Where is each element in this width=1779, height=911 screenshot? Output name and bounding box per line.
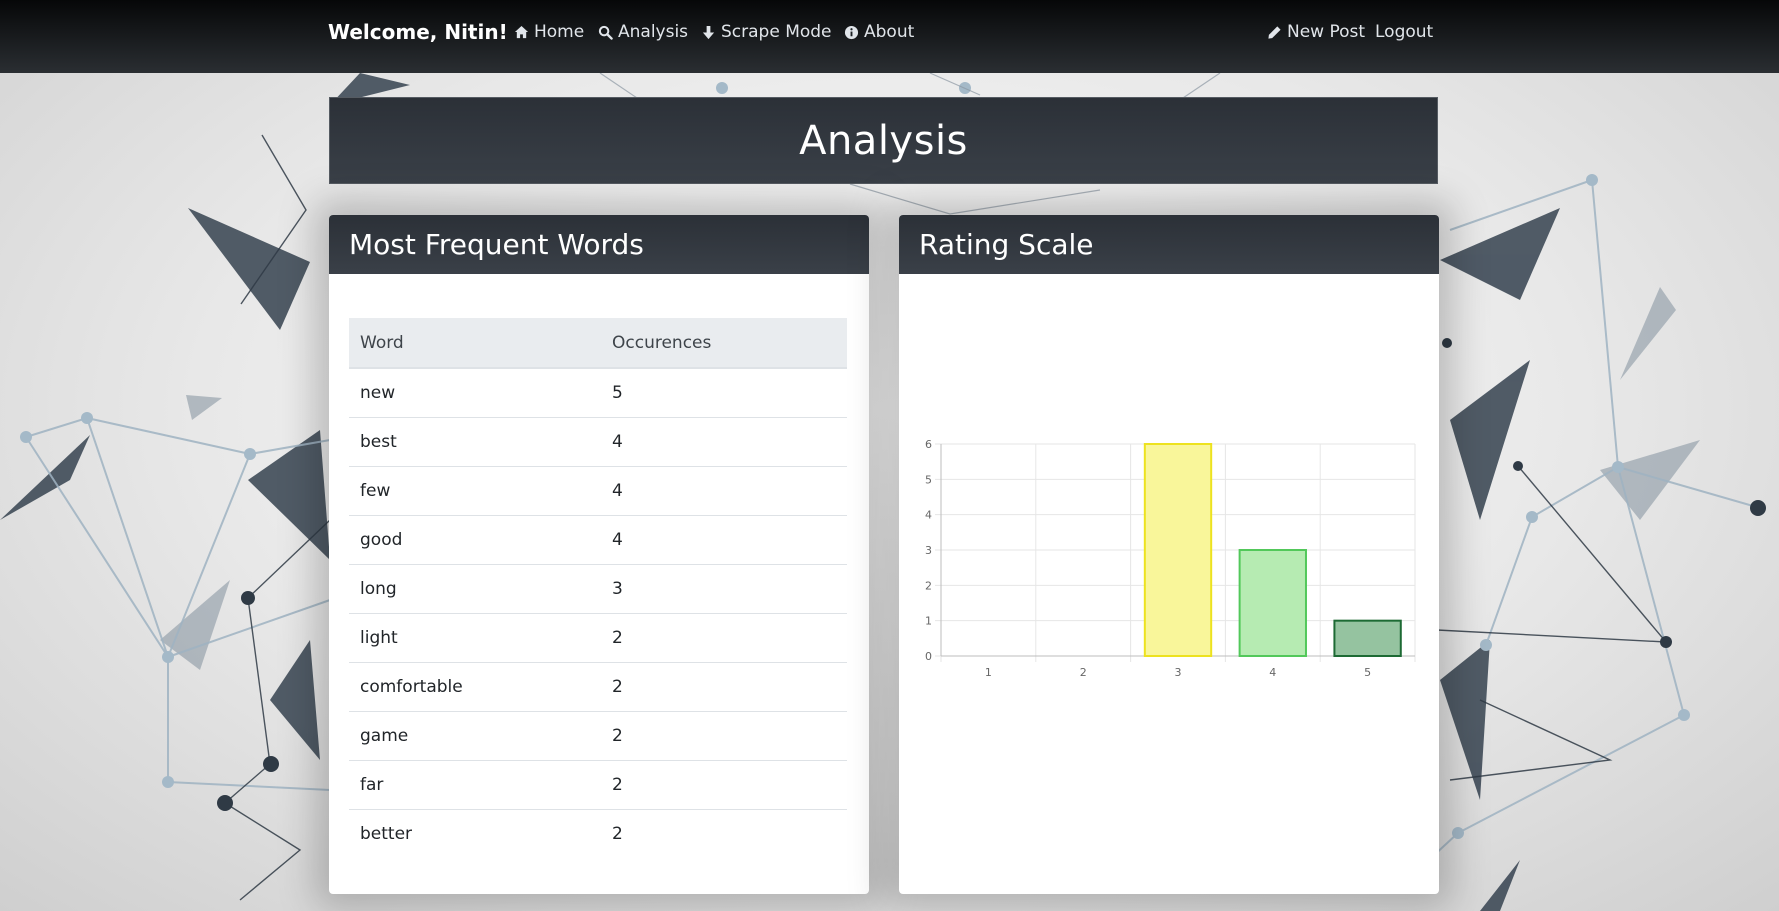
x-tick-label: 3 (1175, 666, 1182, 679)
table-row: light 2 (349, 613, 847, 663)
count-cell: 2 (601, 613, 847, 663)
table-row: better 2 (349, 809, 847, 858)
info-icon (844, 25, 859, 40)
home-icon (514, 25, 529, 40)
word-cell: light (349, 613, 601, 663)
arrow-down-icon (701, 25, 716, 40)
word-cell: new (360, 383, 396, 403)
column-header-word: Word (349, 318, 601, 369)
word-cell: best (349, 417, 601, 467)
bar-rating-3 (1143, 443, 1213, 657)
rating-bar-chart: 0 1 2 3 4 5 6 1 2 3 4 5 (925, 438, 1416, 679)
top-navbar: Welcome, Nitin! Home Analysis Scrape Mod… (0, 0, 1779, 73)
table-row: good 4 (349, 515, 847, 565)
nav-about-link[interactable]: About (844, 22, 914, 42)
nav-scrape-mode-link[interactable]: Scrape Mode (701, 22, 832, 42)
table-row: new 5 (349, 368, 847, 418)
logout-link[interactable]: Logout (1375, 22, 1433, 42)
count-cell: 4 (601, 417, 847, 467)
pencil-icon (1267, 25, 1282, 40)
table-row: best 4 (349, 417, 847, 467)
count-cell: 2 (601, 711, 847, 761)
x-tick-label: 4 (1269, 666, 1276, 679)
table-header-row: Word Occurences (349, 318, 847, 369)
page-title: Analysis (799, 117, 968, 164)
rating-scale-card: Rating Scale 012345612345 (899, 215, 1439, 894)
bar-rating-5 (1333, 619, 1402, 657)
y-tick-label: 3 (925, 544, 932, 557)
nav-analysis-link[interactable]: Analysis (598, 22, 688, 42)
count-cell: 4 (601, 515, 847, 565)
page-title-banner: Analysis (329, 97, 1438, 184)
welcome-brand[interactable]: Welcome, Nitin! (328, 20, 508, 44)
word-cell: comfortable (349, 662, 601, 712)
word-cell: better (349, 809, 601, 858)
new-post-label: New Post (1287, 22, 1366, 42)
count-cell: 2 (601, 760, 847, 810)
words-card-title: Most Frequent Words (329, 215, 869, 274)
bar-rating-4 (1238, 549, 1307, 657)
count-cell: 2 (601, 662, 847, 712)
x-tick-label: 5 (1364, 666, 1371, 679)
y-tick-label: 6 (925, 438, 932, 451)
count-cell: 4 (601, 466, 847, 516)
x-tick-label: 2 (1080, 666, 1087, 679)
y-tick-label: 4 (925, 509, 932, 522)
count-cell: 3 (601, 564, 847, 614)
count-cell: 2 (601, 809, 847, 858)
count-cell: 5 (612, 383, 623, 403)
nav-home-label: Home (534, 22, 585, 42)
search-icon (598, 25, 613, 40)
nav-analysis-label: Analysis (618, 22, 689, 42)
logout-label: Logout (1375, 22, 1434, 42)
most-frequent-words-card: Most Frequent Words Word Occurences new … (329, 215, 869, 894)
y-tick-label: 0 (925, 650, 932, 663)
word-cell: long (349, 564, 601, 614)
y-tick-label: 5 (925, 473, 932, 486)
nav-scrape-mode-label: Scrape Mode (721, 22, 832, 42)
table-row: far 2 (349, 760, 847, 810)
y-tick-label: 1 (925, 615, 932, 628)
nav-about-label: About (864, 22, 915, 42)
table-row: long 3 (349, 564, 847, 614)
table-row: few 4 (349, 466, 847, 516)
word-cell: good (349, 515, 601, 565)
nav-home-link[interactable]: Home (514, 22, 584, 42)
y-tick-label: 2 (925, 579, 932, 592)
word-cell: game (349, 711, 601, 761)
new-post-link[interactable]: New Post (1267, 22, 1365, 42)
table-row: comfortable 2 (349, 662, 847, 712)
table-row: game 2 (349, 711, 847, 761)
x-tick-label: 1 (985, 666, 992, 679)
word-cell: few (349, 466, 601, 516)
word-cell: far (349, 760, 601, 810)
words-table: Word Occurences new 5 best 4 few 4 good … (349, 318, 847, 858)
column-header-occurences: Occurences (601, 318, 847, 369)
